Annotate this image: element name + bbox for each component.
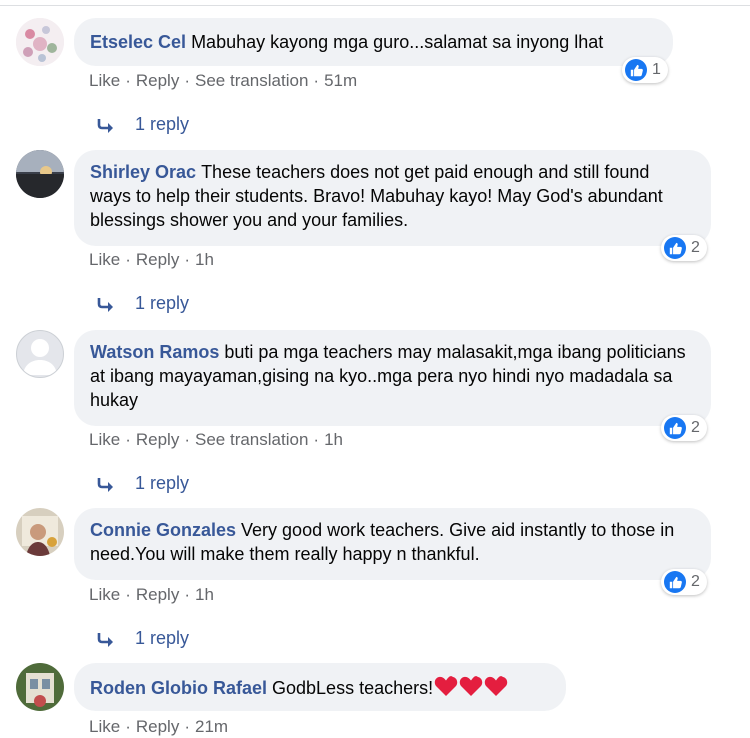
heart-icon: [434, 676, 458, 696]
hearts: [433, 676, 508, 698]
like-link[interactable]: Like: [89, 430, 120, 449]
commenter-name[interactable]: Connie Gonzales: [90, 520, 236, 540]
reply-link[interactable]: Reply: [136, 585, 179, 604]
commenter-name[interactable]: Etselec Cel: [90, 32, 186, 52]
comment-bubble: Etselec Cel Mabuhay kayong mga guro...sal…: [74, 18, 673, 66]
reaction-count[interactable]: 1: [622, 57, 668, 83]
like-link[interactable]: Like: [89, 717, 120, 736]
view-replies[interactable]: 1 reply: [96, 628, 189, 649]
reply-arrow-icon: [97, 297, 113, 312]
view-replies[interactable]: 1 reply: [96, 473, 189, 494]
comment-bubble: Shirley Orac These teachers does not get …: [74, 150, 711, 246]
commenter-name[interactable]: Shirley Orac: [90, 162, 196, 182]
see-translation-link[interactable]: See translation: [195, 71, 308, 90]
reaction-number: 2: [691, 573, 700, 590]
reply-arrow-icon: [97, 632, 113, 647]
comment-actions: Like · Reply · 1h: [89, 250, 214, 269]
comment-bubble: Roden Globio Rafael GodbLess teachers!: [74, 663, 566, 711]
timestamp[interactable]: 21m: [195, 717, 228, 736]
comment-text: GodbLess teachers!: [272, 678, 434, 698]
commenter-name[interactable]: Roden Globio Rafael: [90, 678, 267, 698]
view-replies[interactable]: 1 reply: [96, 114, 189, 135]
replies-count[interactable]: 1 reply: [135, 473, 189, 494]
heart-icon: [459, 676, 483, 696]
timestamp[interactable]: 1h: [195, 250, 214, 269]
reply-arrow-icon: [97, 118, 113, 133]
see-translation-link[interactable]: See translation: [195, 430, 308, 449]
reply-link[interactable]: Reply: [136, 430, 179, 449]
avatar[interactable]: [16, 663, 64, 711]
comment-actions: Like · Reply · See translation · 1h: [89, 430, 343, 449]
like-link[interactable]: Like: [89, 250, 120, 269]
commenter-name[interactable]: Watson Ramos: [90, 342, 219, 362]
like-reaction-icon: [664, 571, 686, 593]
view-replies[interactable]: 1 reply: [96, 293, 189, 314]
timestamp[interactable]: 51m: [324, 71, 357, 90]
reaction-number: 2: [691, 239, 700, 256]
reply-link[interactable]: Reply: [136, 71, 179, 90]
replies-count[interactable]: 1 reply: [135, 114, 189, 135]
replies-count[interactable]: 1 reply: [135, 628, 189, 649]
top-divider: [0, 5, 750, 6]
like-link[interactable]: Like: [89, 585, 120, 604]
comment-actions: Like · Reply · 1h: [89, 585, 214, 604]
comment-text: Mabuhay kayong mga guro...salamat sa iny…: [191, 32, 604, 52]
avatar[interactable]: [16, 508, 64, 556]
comment-bubble: Connie Gonzales Very good work teachers. …: [74, 508, 711, 580]
reaction-number: 1: [652, 61, 661, 78]
like-reaction-icon: [625, 59, 647, 81]
comment-actions: Like · Reply · See translation · 51m: [89, 71, 358, 90]
reaction-number: 2: [691, 419, 700, 436]
like-reaction-icon: [664, 237, 686, 259]
heart-icon: [484, 676, 508, 696]
comment-actions: Like · Reply · 21m: [89, 717, 229, 736]
like-reaction-icon: [664, 417, 686, 439]
default-avatar-icon[interactable]: [16, 330, 64, 378]
avatar[interactable]: [16, 18, 64, 66]
reaction-count[interactable]: 2: [661, 235, 707, 261]
timestamp[interactable]: 1h: [195, 585, 214, 604]
reaction-count[interactable]: 2: [661, 415, 707, 441]
comment-bubble: Watson Ramos buti pa mga teachers may mal…: [74, 330, 711, 426]
reply-link[interactable]: Reply: [136, 717, 179, 736]
reaction-count[interactable]: 2: [661, 569, 707, 595]
replies-count[interactable]: 1 reply: [135, 293, 189, 314]
like-link[interactable]: Like: [89, 71, 120, 90]
timestamp[interactable]: 1h: [324, 430, 343, 449]
avatar[interactable]: [16, 150, 64, 198]
reply-link[interactable]: Reply: [136, 250, 179, 269]
reply-arrow-icon: [97, 477, 113, 492]
